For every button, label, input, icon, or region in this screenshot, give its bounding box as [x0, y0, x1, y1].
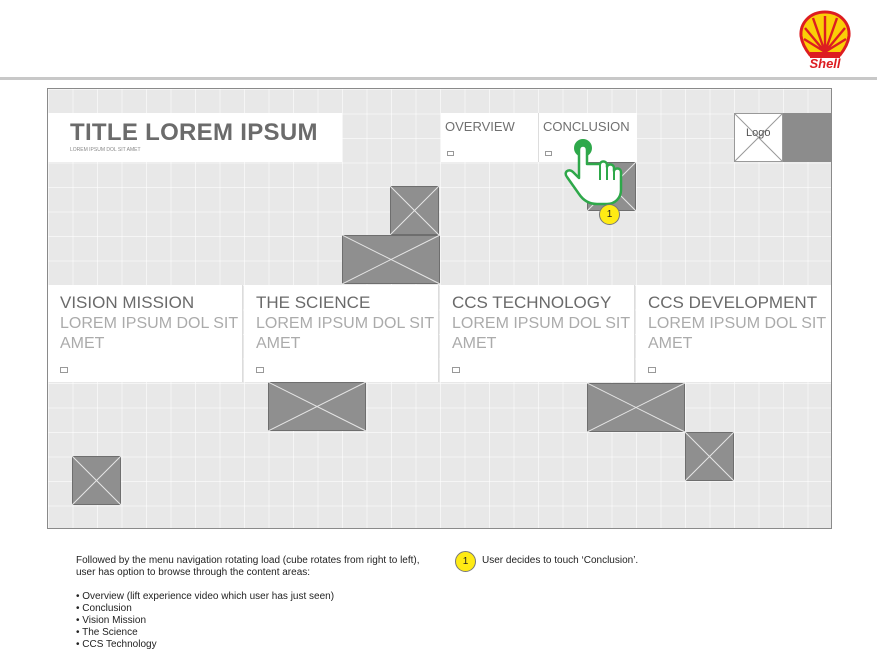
- image-placeholder: [390, 186, 440, 236]
- notes-bullet: • Overview (lift experience video which …: [76, 591, 335, 602]
- card-body: LOREM IPSUM DOL SIT AMET: [60, 315, 238, 352]
- legend-text: User decides to touch ‘Conclusion’.: [482, 555, 639, 566]
- content-card-the-science[interactable]: THE SCIENCE LOREM IPSUM DOL SIT AMET: [244, 285, 439, 382]
- content-card-vision-mission[interactable]: VISION MISSION LOREM IPSUM DOL SIT AMET: [48, 285, 243, 382]
- nav-tile-label: CONCLUSION: [543, 119, 630, 134]
- card-title: VISION MISSION: [60, 293, 195, 312]
- content-menu-row: VISION MISSION LOREM IPSUM DOL SIT AMET …: [48, 285, 831, 382]
- image-placeholder: [72, 456, 122, 506]
- image-placeholder: [342, 235, 441, 285]
- nav-tile-overview[interactable]: OVERVIEW: [441, 113, 539, 162]
- image-placeholder: [685, 432, 735, 482]
- image-placeholder: [587, 383, 686, 433]
- shell-wordmark: Shell: [809, 56, 841, 71]
- notes-bullet: • Conclusion: [76, 603, 132, 614]
- video-icon: [447, 151, 454, 156]
- card-body: LOREM IPSUM DOL SIT AMET: [452, 315, 630, 352]
- content-card-ccs-development[interactable]: CCS DEVELOPMENT LOREM IPSUM DOL SIT AMET: [636, 285, 831, 382]
- nav-tile-label: OVERVIEW: [445, 119, 515, 134]
- logo-placeholder-label: Logo: [746, 127, 771, 139]
- video-icon: [452, 367, 460, 373]
- notes-description: Followed by the menu navigation rotating…: [76, 555, 420, 578]
- card-title: CCS TECHNOLOGY: [452, 293, 612, 312]
- card-body: LOREM IPSUM DOL SIT AMET: [648, 315, 826, 352]
- card-title: THE SCIENCE: [256, 293, 371, 312]
- video-icon: [60, 367, 68, 373]
- page-subtitle: LOREM IPSUM DOL SIT AMET: [70, 147, 141, 153]
- card-title: CCS DEVELOPMENT: [648, 293, 818, 312]
- logo-placeholder: Logo: [734, 113, 831, 162]
- legend-marker-badge: 1: [455, 551, 476, 572]
- title-panel: TITLE LOREM IPSUM LOREM IPSUM DOL SIT AM…: [48, 113, 342, 162]
- page-title: TITLE LOREM IPSUM: [70, 119, 318, 146]
- video-icon: [648, 367, 656, 373]
- notes-bullet: • CCS Technology: [76, 639, 157, 650]
- notes-bullet: • Vision Mission: [76, 615, 147, 626]
- header-divider: [0, 77, 877, 80]
- touch-hand-icon: [564, 139, 623, 206]
- video-icon: [545, 151, 552, 156]
- shell-logo: Shell: [796, 8, 854, 72]
- step-marker-badge: 1: [599, 204, 620, 225]
- video-icon: [256, 367, 264, 373]
- card-body: LOREM IPSUM DOL SIT AMET: [256, 315, 434, 352]
- content-card-ccs-technology[interactable]: CCS TECHNOLOGY LOREM IPSUM DOL SIT AMET: [440, 285, 635, 382]
- annotation-notes: Followed by the menu navigation rotating…: [76, 555, 421, 651]
- notes-bullet: • The Science: [76, 627, 138, 638]
- image-placeholder: [268, 382, 367, 432]
- kiosk-screen-wireframe: TITLE LOREM IPSUM LOREM IPSUM DOL SIT AM…: [47, 88, 832, 529]
